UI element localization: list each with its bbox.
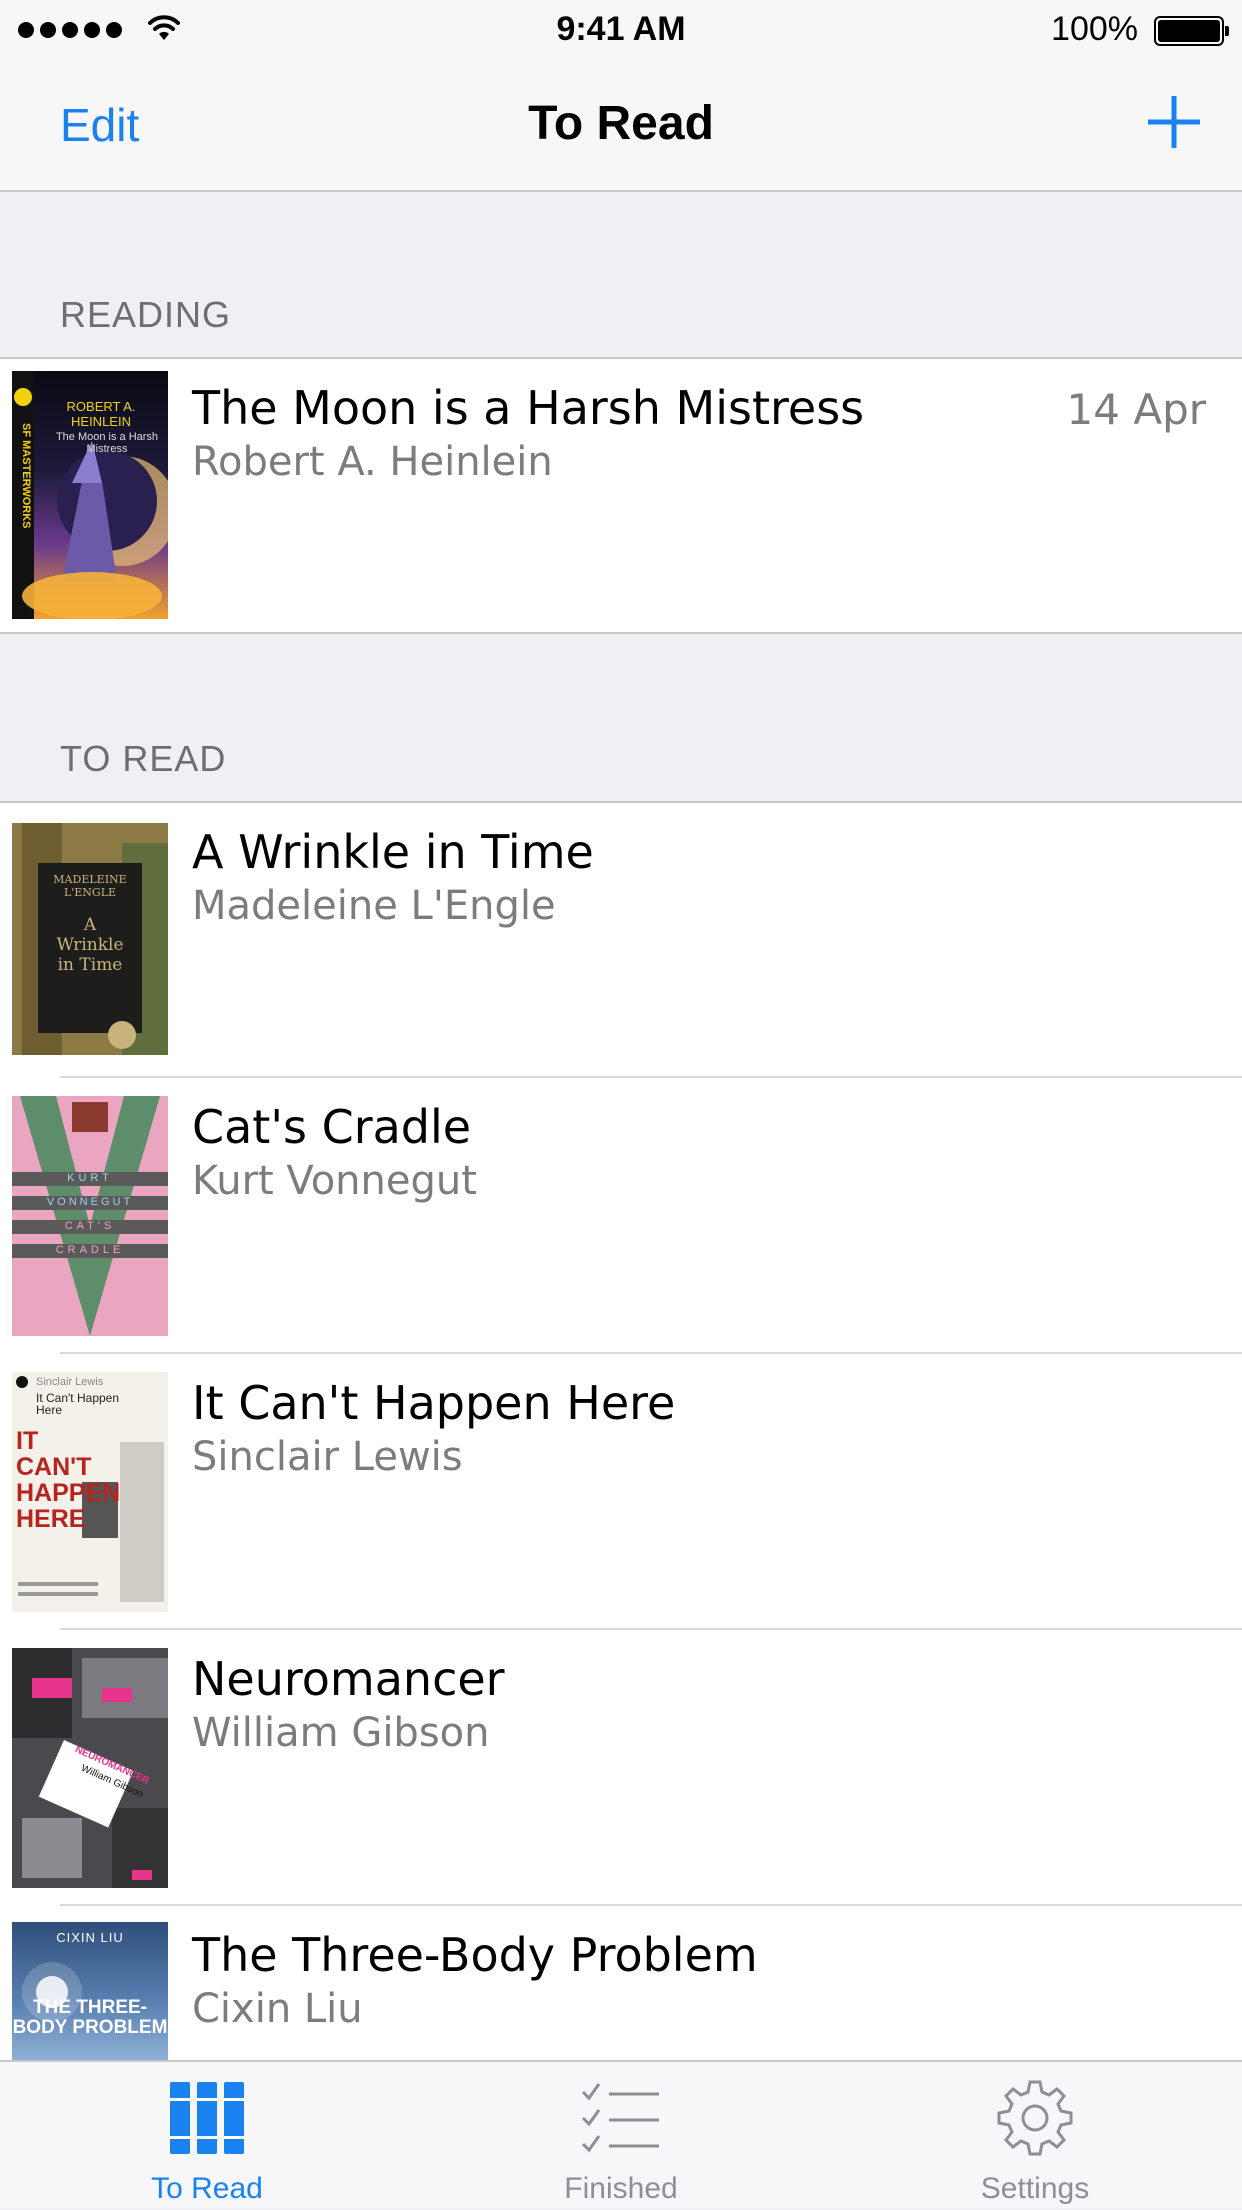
cover-headline: IT CAN'T HAPPEN HERE — [16, 1427, 121, 1533]
cover-series: SF MASTERWORKS — [20, 423, 32, 529]
cover-author: MADELEINE L'ENGLE — [53, 873, 127, 899]
cover-author: CIXIN LIU — [56, 1930, 124, 1945]
cover-title: It Can't Happen Here — [36, 1391, 120, 1417]
status-bar: 9:41 AM 100% — [0, 0, 1242, 60]
tab-finished[interactable]: Finished — [414, 2062, 828, 2210]
book-cover: NEUROMANCER William Gibson — [12, 1648, 168, 1888]
book-row[interactable]: SF MASTERWORKS ROBERT A. HEINLEIN The Mo… — [0, 359, 1242, 632]
section-divider — [0, 632, 1242, 634]
book-cover: SF MASTERWORKS ROBERT A. HEINLEIN The Mo… — [12, 371, 168, 619]
cover-author: ROBERT A. HEINLEIN — [66, 399, 136, 429]
tab-label: Settings — [980, 2172, 1090, 2205]
book-author: Kurt Vonnegut — [192, 1158, 477, 1204]
add-icon[interactable] — [1146, 94, 1202, 150]
cover-title: A Wrinkle in Time — [56, 915, 124, 975]
tab-to-read[interactable]: To Read — [0, 2062, 414, 2210]
battery-percentage: 100% — [1051, 10, 1138, 48]
books-icon — [170, 2082, 244, 2154]
book-cover: Sinclair Lewis It Can't Happen Here IT C… — [12, 1372, 168, 1612]
cover-line: CRADLE — [55, 1244, 125, 1256]
cover-line: KURT — [67, 1172, 113, 1184]
section-header-to-read: TO READ — [60, 738, 227, 779]
book-date: 14 Apr — [1066, 385, 1206, 434]
checklist-icon — [581, 2083, 659, 2153]
book-row[interactable]: CIXIN LIU THE THREE-BODY PROBLEM The Thr… — [0, 1906, 1242, 2060]
book-row[interactable]: KURT VONNEGUT CAT'S CRADLE Cat's Cradle … — [0, 1078, 1242, 1354]
battery-icon — [1154, 16, 1229, 46]
book-title: It Can't Happen Here — [192, 1376, 676, 1430]
book-cover: MADELEINE L'ENGLE A Wrinkle in Time — [12, 823, 168, 1055]
cover-title: THE THREE-BODY PROBLEM — [12, 1997, 168, 2038]
book-title: Cat's Cradle — [192, 1100, 472, 1154]
book-author: William Gibson — [192, 1710, 490, 1756]
book-row[interactable]: MADELEINE L'ENGLE A Wrinkle in Time A Wr… — [0, 803, 1242, 1078]
cover-line: VONNEGUT — [46, 1196, 134, 1208]
tab-label: Finished — [564, 2172, 678, 2205]
book-row[interactable]: NEUROMANCER William Gibson Neuromancer W… — [0, 1630, 1242, 1906]
book-author: Madeleine L'Engle — [192, 883, 556, 929]
book-row[interactable]: Sinclair Lewis It Can't Happen Here IT C… — [0, 1354, 1242, 1630]
book-title: The Moon is a Harsh Mistress — [192, 381, 865, 435]
cover-author: Sinclair Lewis — [36, 1376, 104, 1388]
navigation-bar: Edit To Read — [0, 60, 1242, 192]
tab-label: To Read — [151, 2172, 263, 2205]
book-cover: CIXIN LIU THE THREE-BODY PROBLEM — [12, 1922, 168, 2060]
book-cover: KURT VONNEGUT CAT'S CRADLE — [12, 1096, 168, 1336]
section-header-reading: READING — [60, 294, 232, 335]
gear-icon — [997, 2080, 1073, 2156]
book-title: The Three-Body Problem — [192, 1928, 758, 1982]
cover-line: CAT'S — [64, 1220, 116, 1232]
book-author: Robert A. Heinlein — [192, 439, 553, 485]
book-title: A Wrinkle in Time — [192, 825, 594, 879]
book-author: Cixin Liu — [192, 1986, 363, 2032]
tab-settings[interactable]: Settings — [828, 2062, 1242, 2210]
tab-bar: To Read Finished Settings — [0, 2060, 1242, 2208]
page-title: To Read — [528, 97, 714, 150]
book-title: Neuromancer — [192, 1652, 505, 1706]
cover-title: The Moon is a Harsh Mistress — [55, 431, 159, 455]
book-author: Sinclair Lewis — [192, 1434, 463, 1480]
